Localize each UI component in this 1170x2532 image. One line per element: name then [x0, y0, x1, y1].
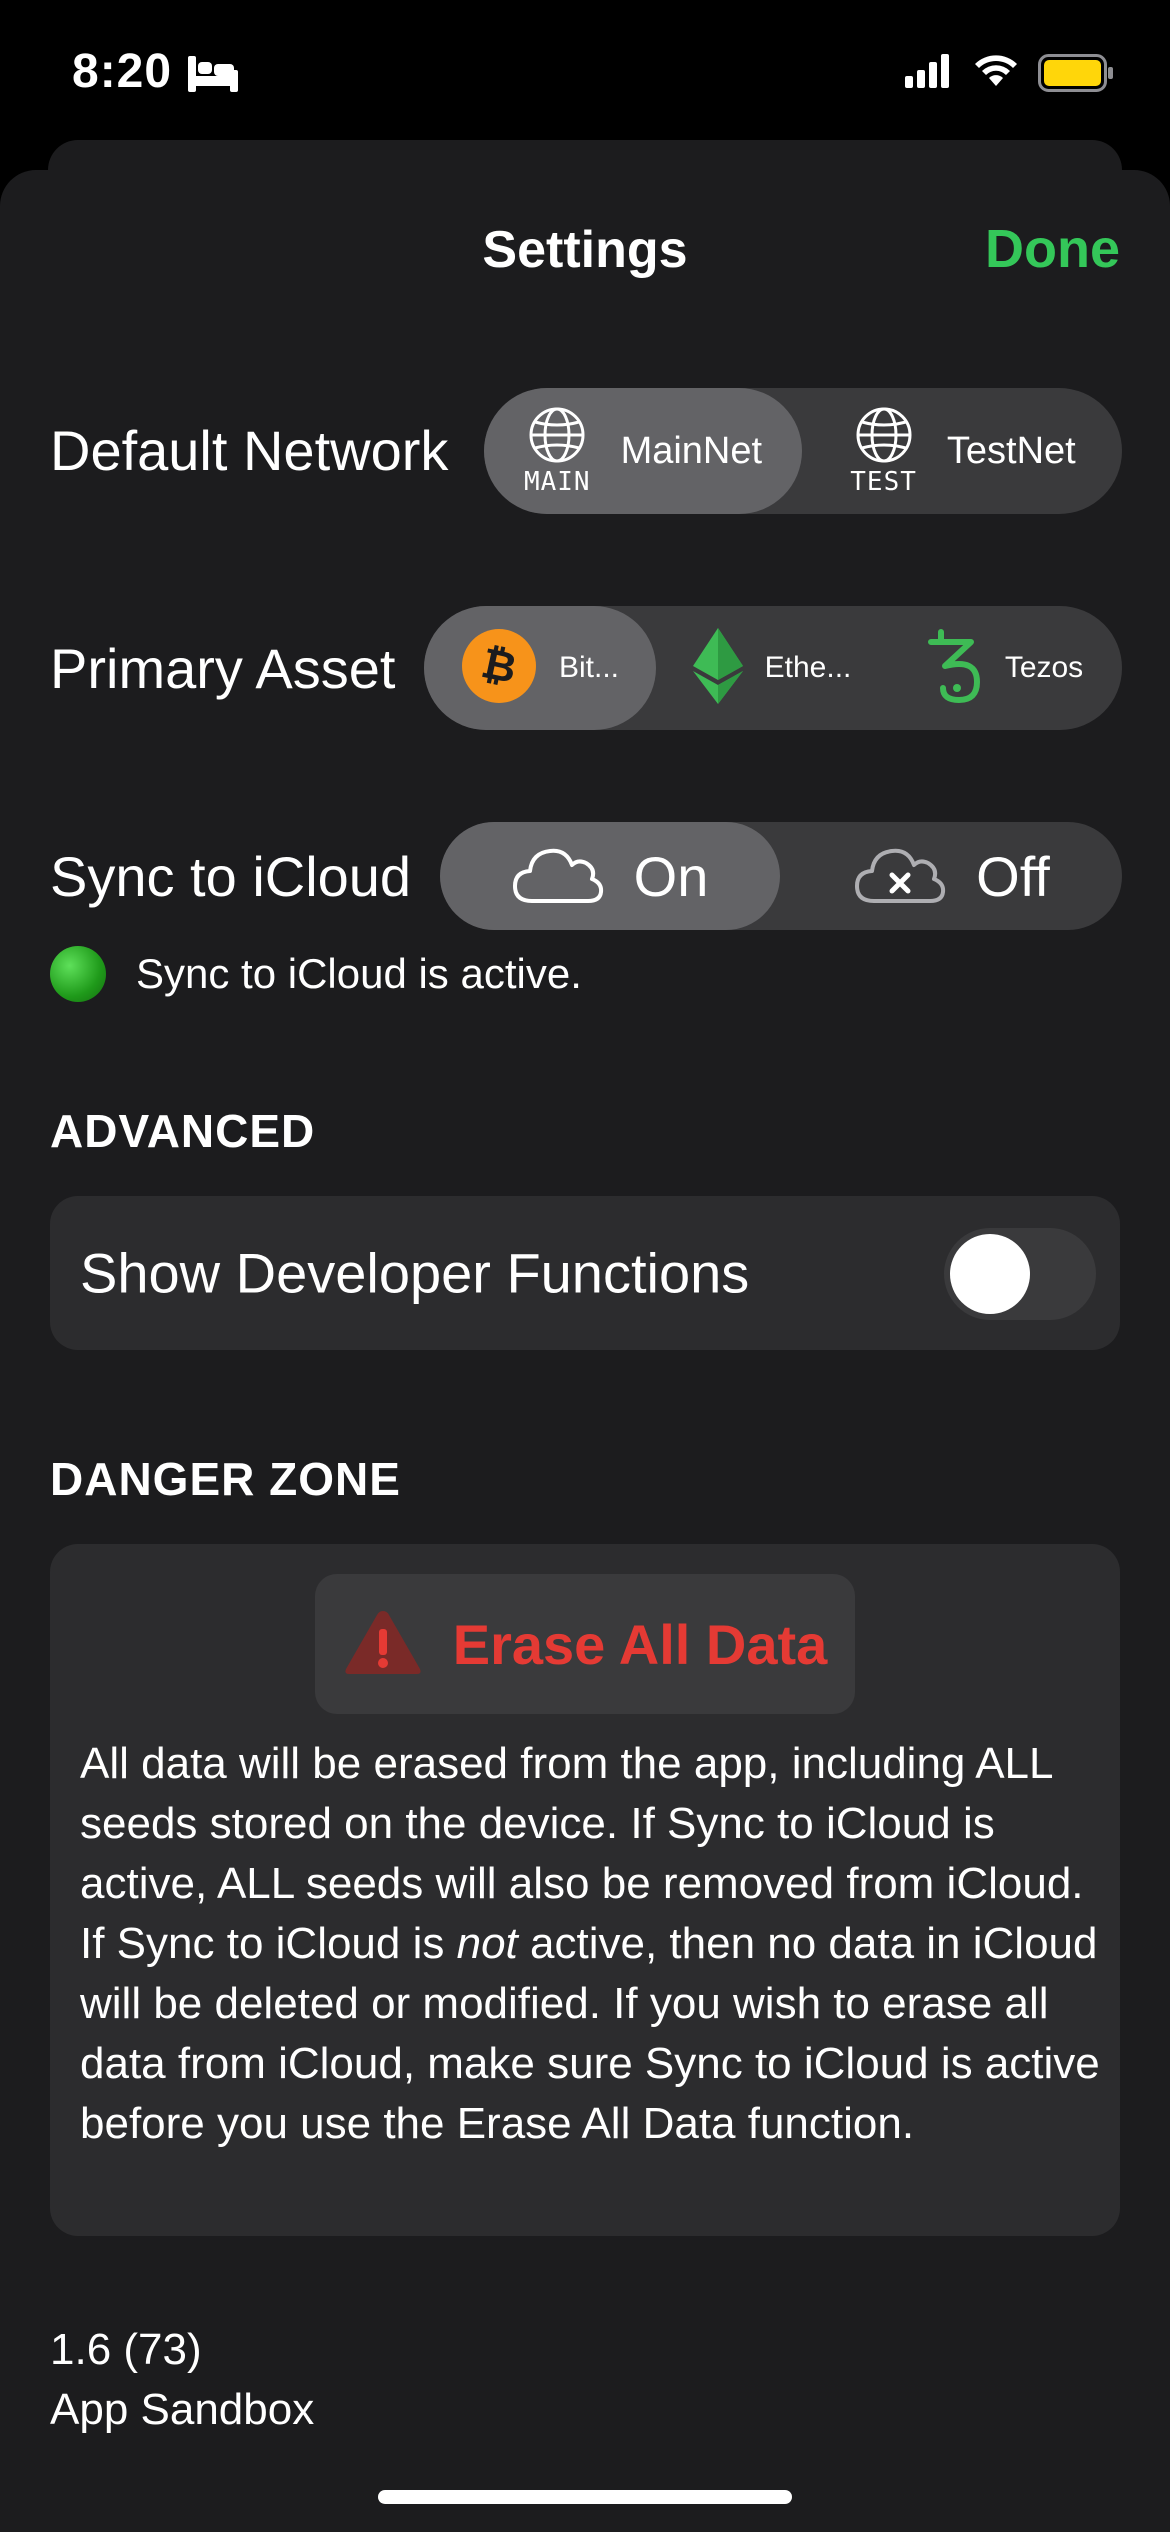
cloud-x-icon: [854, 843, 946, 910]
sleep-bed-icon: [188, 56, 238, 97]
sync-option-off[interactable]: Off: [782, 822, 1122, 930]
developer-functions-toggle[interactable]: [944, 1228, 1096, 1320]
asset-option-bitcoin[interactable]: ₿ Bit...: [424, 606, 656, 730]
cloud-icon: [512, 843, 604, 910]
globe-group: MAIN: [524, 406, 591, 497]
developer-functions-row: Show Developer Functions: [50, 1196, 1120, 1350]
sync-option-label: Off: [976, 844, 1050, 908]
warning-text-emphasis: not: [456, 1919, 518, 1968]
globe-icon: [528, 406, 586, 469]
wifi-icon: [972, 50, 1020, 93]
erase-warning-text: All data will be erased from the app, in…: [80, 1734, 1100, 2154]
erase-all-data-button[interactable]: Erase All Data: [315, 1574, 855, 1714]
sync-option-on[interactable]: On: [440, 822, 780, 930]
asset-segmented-control: ₿ Bit... Ethe... Tezos: [424, 606, 1122, 730]
globe-icon: [855, 406, 913, 469]
status-dot-icon: [50, 946, 106, 1002]
app-environment: App Sandbox: [50, 2385, 315, 2434]
asset-option-label: Bit...: [558, 651, 619, 684]
ethereum-icon: [692, 627, 743, 709]
sync-segmented-control: On Off: [440, 822, 1122, 930]
version-number: 1.6 (73): [50, 2325, 202, 2374]
network-option-mainnet[interactable]: MAIN MainNet: [484, 388, 802, 514]
warning-triangle-icon: [343, 1607, 423, 1682]
app-version-info: 1.6 (73) App Sandbox: [50, 2320, 314, 2440]
sync-option-label: On: [633, 844, 709, 908]
asset-option-tezos[interactable]: Tezos: [888, 606, 1122, 730]
primary-asset-label: Primary Asset: [50, 637, 396, 700]
network-option-testnet[interactable]: TEST TestNet: [804, 388, 1122, 514]
done-button[interactable]: Done: [985, 218, 1120, 280]
default-network-label: Default Network: [50, 419, 449, 482]
bitcoin-icon: ₿: [461, 628, 537, 709]
cellular-signal-icon: [905, 54, 951, 93]
advanced-section-header: ADVANCED: [50, 1105, 316, 1157]
toggle-knob: [950, 1234, 1030, 1314]
asset-option-label: Ethe...: [764, 651, 852, 684]
battery-icon: [1038, 54, 1114, 97]
sync-icloud-label: Sync to iCloud: [50, 845, 412, 908]
developer-functions-label: Show Developer Functions: [80, 1241, 750, 1305]
home-indicator[interactable]: [378, 2490, 792, 2504]
danger-zone-section-header: DANGER ZONE: [50, 1453, 401, 1505]
tezos-icon: [927, 628, 983, 709]
network-segmented-control: MAIN MainNet TEST TestNet: [484, 388, 1122, 514]
erase-all-data-label: Erase All Data: [452, 1612, 828, 1676]
network-caption: TEST: [850, 466, 917, 497]
status-time: 8:20: [72, 45, 173, 98]
asset-option-label: Tezos: [1004, 651, 1084, 684]
globe-group: TEST: [850, 406, 917, 497]
status-bar: 8:20: [0, 0, 1170, 150]
asset-option-ethereum[interactable]: Ethe...: [656, 606, 888, 730]
network-caption: MAIN: [523, 466, 591, 497]
sync-status-text: Sync to iCloud is active.: [136, 950, 582, 997]
network-option-label: TestNet: [946, 429, 1076, 472]
danger-zone-card: Erase All Data All data will be erased f…: [50, 1544, 1120, 2236]
network-option-label: MainNet: [620, 429, 763, 472]
sync-status: Sync to iCloud is active.: [50, 946, 582, 1002]
